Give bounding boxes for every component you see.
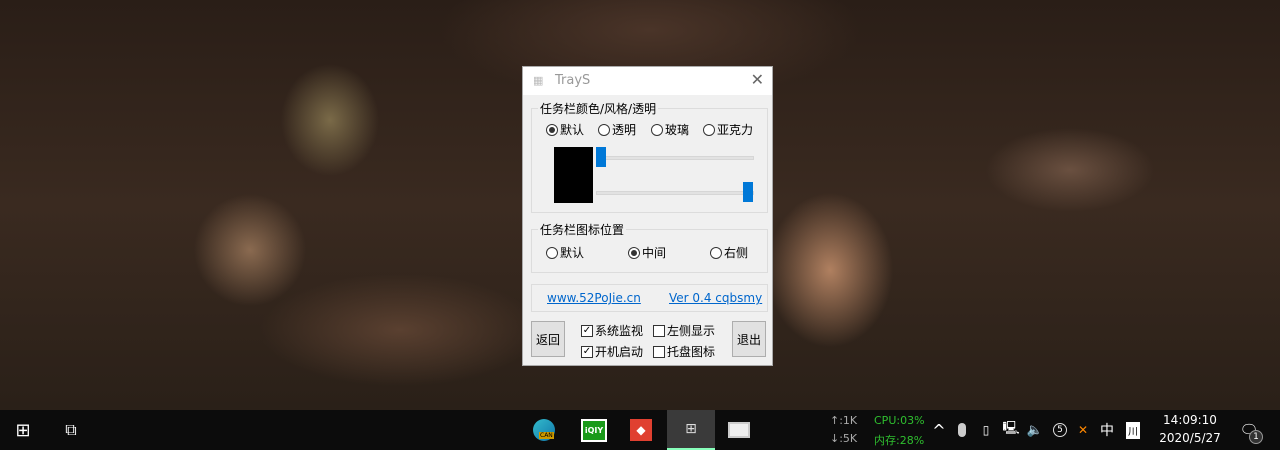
- alpha-slider-thumb[interactable]: [596, 147, 606, 167]
- action-center-button[interactable]: 🗨 1: [1234, 410, 1264, 450]
- net-up: ↑:1K: [830, 414, 858, 427]
- net-down: ↓:5K: [830, 432, 858, 445]
- task-view-icon: ⧉: [65, 420, 77, 439]
- task-view-button[interactable]: ⧉: [52, 410, 90, 450]
- window-title: TrayS: [555, 73, 591, 88]
- radio-pos-center[interactable]: 中间: [628, 244, 666, 261]
- ime-mode[interactable]: 川: [1122, 410, 1144, 450]
- taskbar: ⊞ ⧉ CAN iQIY ◆ ⊞ ↑:1K ↓:5K CPU:03% 内存:28…: [0, 410, 1280, 450]
- close-button[interactable]: ✕: [751, 70, 764, 89]
- network-icon: 🖳: [1002, 421, 1020, 436]
- trays-taskbar-button[interactable]: ⊞: [667, 410, 715, 450]
- icon-position-group: 任务栏图标位置 默认 中间 右侧: [531, 221, 768, 273]
- mouse-tray[interactable]: [952, 410, 972, 450]
- back-button[interactable]: 返回: [531, 321, 565, 357]
- checkbox-autostart[interactable]: ✓ 开机启动: [581, 343, 643, 360]
- x-app-icon: ✕: [1077, 423, 1089, 437]
- usb-tray[interactable]: ▯: [976, 410, 996, 450]
- trays-icon: ⊞: [685, 421, 697, 437]
- anydesk-button[interactable]: ◆: [621, 410, 661, 450]
- checkbox-tray-icon[interactable]: 托盘图标: [653, 343, 715, 360]
- tray-5[interactable]: 5: [1050, 410, 1070, 450]
- chevron-up-icon: ^: [932, 420, 946, 440]
- version-link[interactable]: Ver 0.4 cqbsmy: [669, 291, 762, 305]
- iqiyi-button[interactable]: iQIY: [574, 410, 614, 450]
- windows-icon: ⊞: [15, 419, 31, 441]
- radio-glass[interactable]: 玻璃: [651, 121, 689, 138]
- mem-usage: 内存:28%: [874, 434, 925, 447]
- clock-time[interactable]: 14:09:10: [1150, 413, 1230, 427]
- notification-count: 1: [1249, 430, 1263, 444]
- tray-x-app[interactable]: ✕: [1072, 410, 1094, 450]
- monitor-icon: [728, 422, 750, 438]
- clock-date[interactable]: 2020/5/27: [1150, 431, 1230, 445]
- color-slider-thumb[interactable]: [743, 182, 753, 202]
- group-legend: 任务栏颜色/风格/透明: [538, 100, 659, 117]
- radio-default[interactable]: 默认: [546, 121, 584, 138]
- links-box: www.52PoJie.cn Ver 0.4 cqbsmy: [531, 284, 768, 312]
- ime-indicator[interactable]: 中: [1096, 410, 1118, 450]
- network-tray[interactable]: 🖳: [1000, 410, 1022, 450]
- edge-canary-button[interactable]: CAN: [524, 410, 564, 450]
- alpha-slider-track[interactable]: [596, 156, 754, 160]
- title-bar: ▦ TrayS ✕: [523, 67, 772, 95]
- group-legend: 任务栏图标位置: [538, 221, 627, 238]
- checkbox-left-display[interactable]: 左侧显示: [653, 322, 715, 339]
- trays-window: ▦ TrayS ✕ 任务栏颜色/风格/透明 默认 透明 玻璃 亚克力 任务栏图标…: [522, 66, 773, 366]
- color-style-group: 任务栏颜色/风格/透明 默认 透明 玻璃 亚克力: [531, 100, 768, 213]
- mouse-icon: [958, 423, 966, 437]
- show-hidden-icons[interactable]: ^: [930, 410, 948, 450]
- volume-icon: 🔈: [1026, 422, 1044, 438]
- monitor-app-button[interactable]: [719, 410, 759, 450]
- start-button[interactable]: ⊞: [4, 410, 42, 450]
- radio-acrylic[interactable]: 亚克力: [703, 121, 753, 138]
- site-link[interactable]: www.52PoJie.cn: [547, 291, 641, 305]
- radio-pos-default[interactable]: 默认: [546, 244, 584, 261]
- iqiyi-icon: iQIY: [580, 418, 608, 442]
- edge-icon: CAN: [533, 419, 555, 441]
- usb-icon: ▯: [982, 423, 990, 437]
- cpu-usage: CPU:03%: [874, 414, 925, 427]
- exit-button[interactable]: 退出: [732, 321, 766, 357]
- checkbox-monitor[interactable]: ✓ 系统监视: [581, 322, 643, 339]
- volume-tray[interactable]: 🔈: [1024, 410, 1046, 450]
- color-slider-track[interactable]: [596, 191, 754, 195]
- circle-5-icon: 5: [1053, 423, 1067, 437]
- radio-transparent[interactable]: 透明: [598, 121, 636, 138]
- color-swatch[interactable]: [554, 147, 593, 203]
- ime-mode-icon: 川: [1126, 421, 1140, 439]
- app-icon: ▦: [533, 74, 544, 87]
- radio-pos-right[interactable]: 右侧: [710, 244, 748, 261]
- red-app-icon: ◆: [630, 419, 652, 441]
